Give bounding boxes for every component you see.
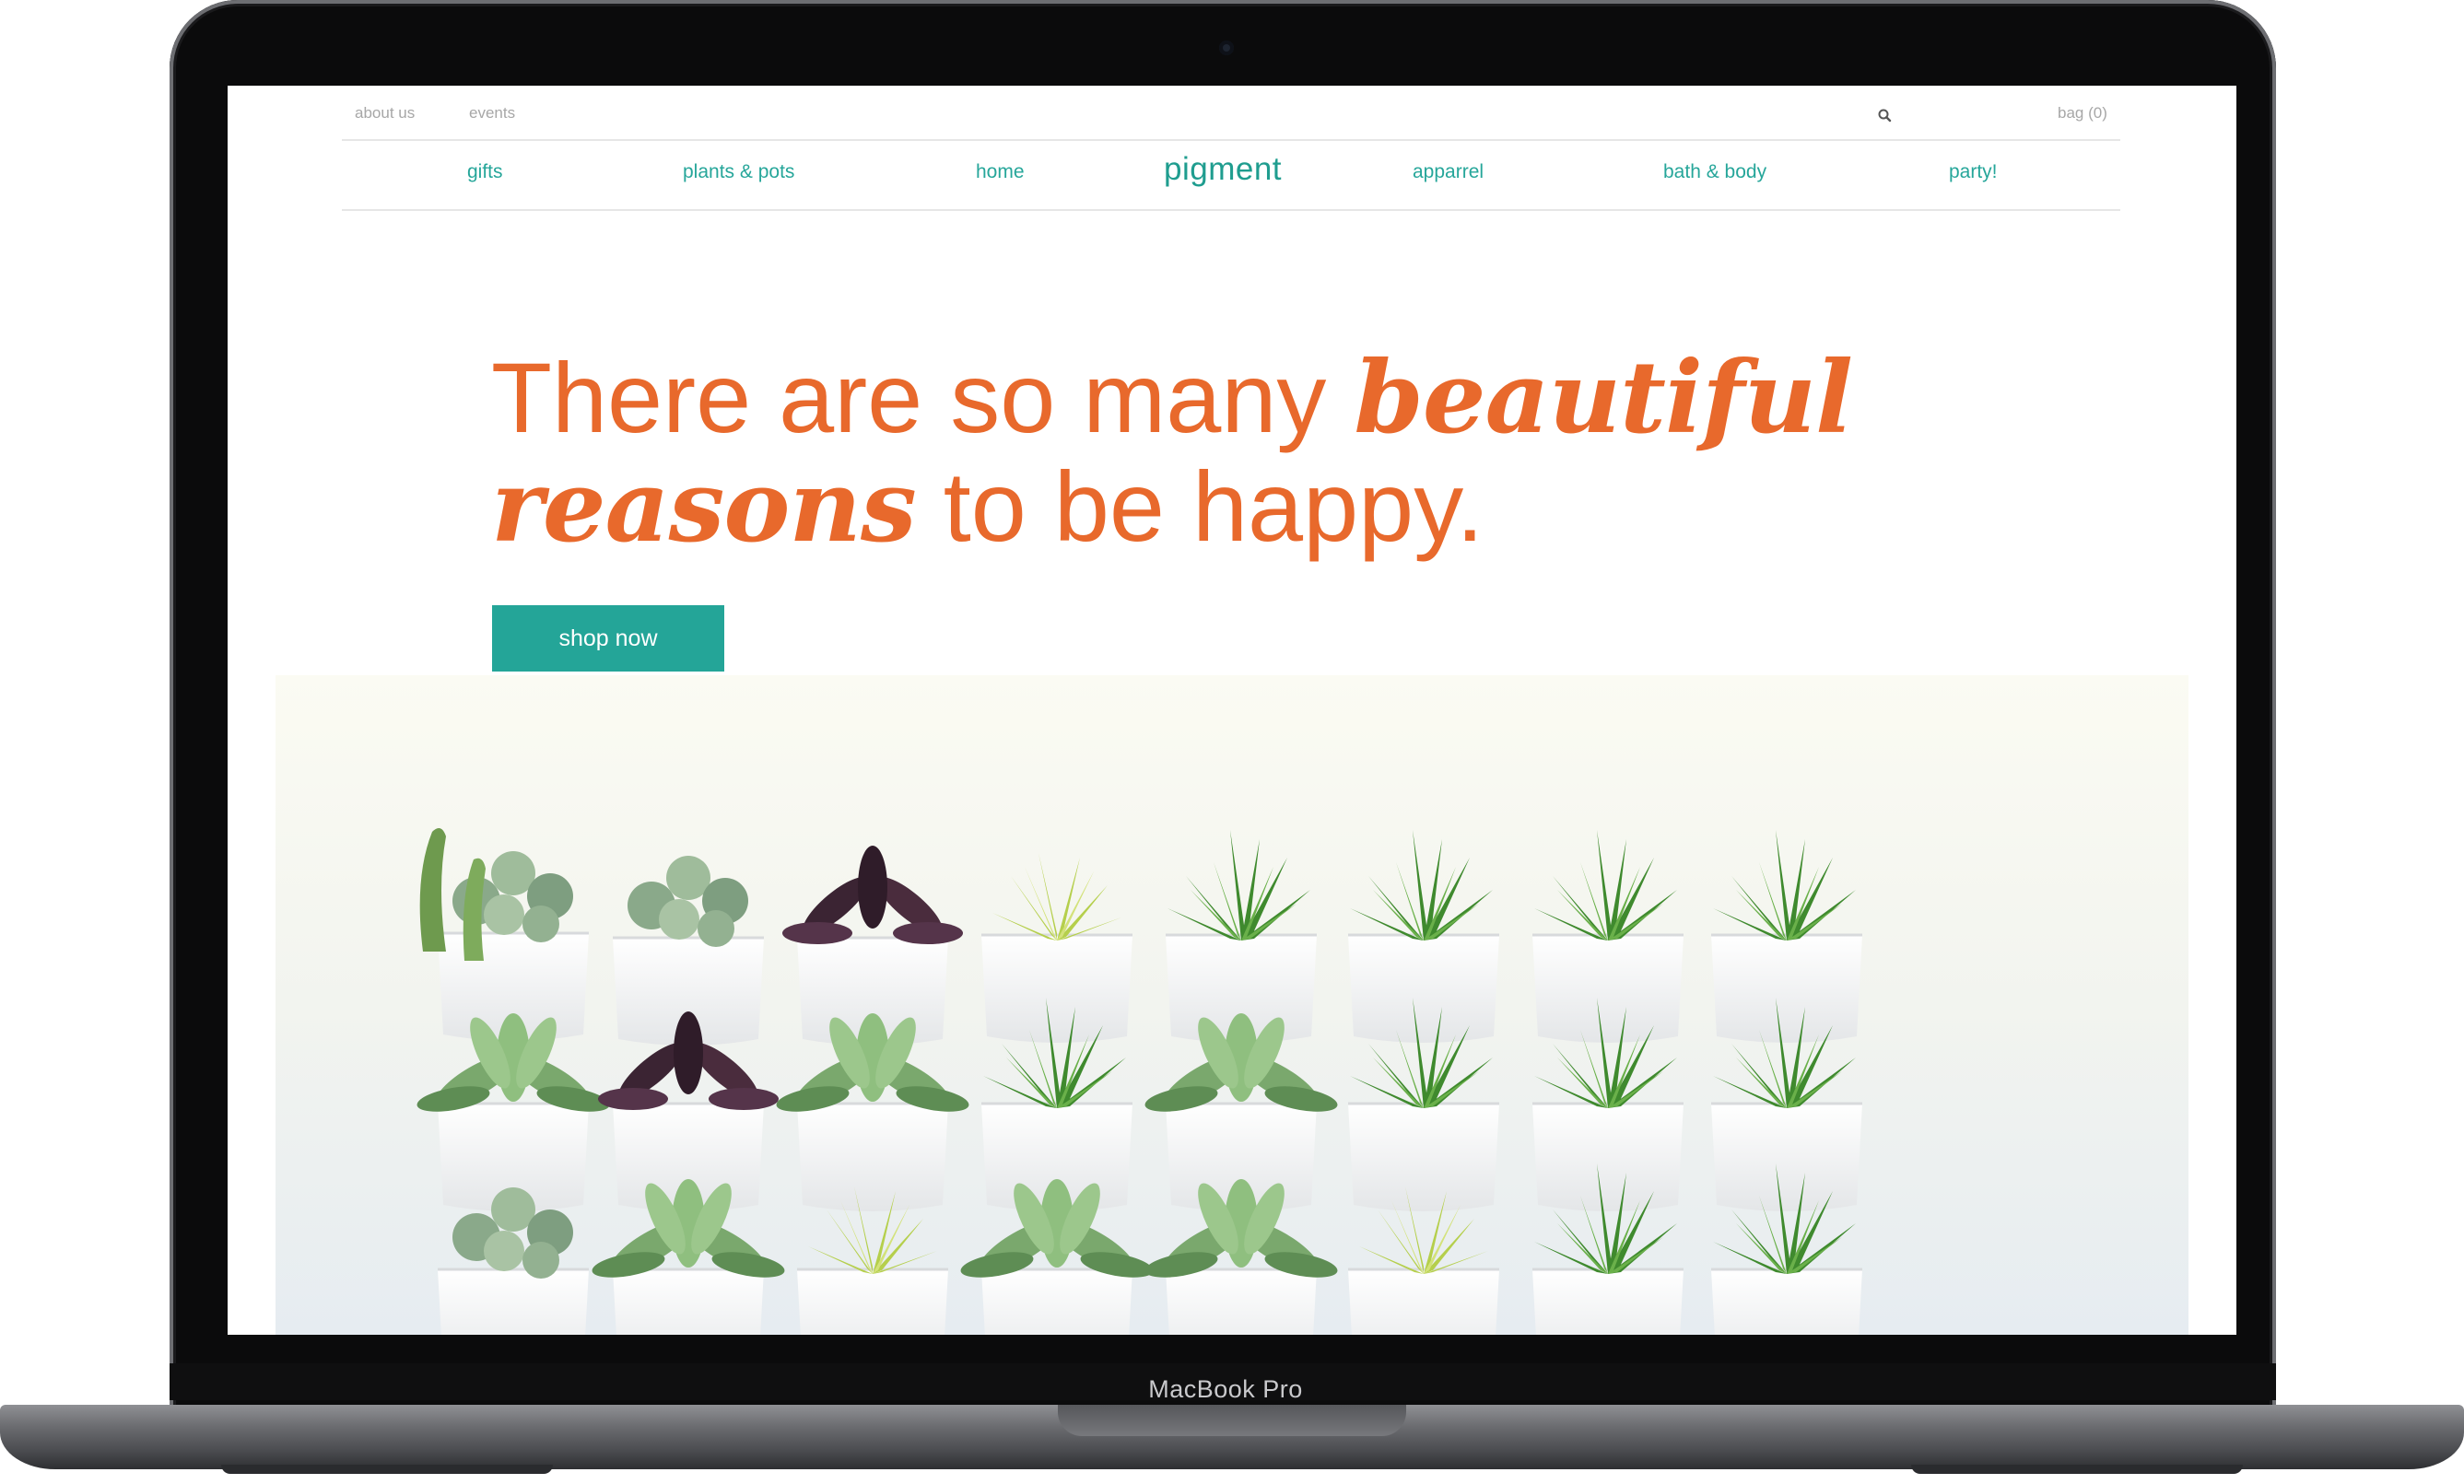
camera-icon (1219, 41, 1234, 55)
headline-emphasis-1: beautiful (1354, 340, 1853, 456)
hero-plant-wall-image (276, 675, 2188, 1335)
laptop-foot-left (221, 1465, 553, 1474)
headline-text-1: There are so many (491, 342, 1355, 453)
headline-text-2: to be happy. (915, 450, 1484, 562)
search-icon[interactable] (1877, 108, 1894, 124)
main-nav: gifts plants & pots home pigment apparre… (228, 141, 2236, 209)
nav-item-home[interactable]: home (976, 161, 1025, 183)
nav-item-gifts[interactable]: gifts (467, 161, 503, 183)
nav-divider-bottom (342, 209, 2120, 211)
hero-headline: There are so many beautiful reasons to be… (491, 342, 2058, 562)
nav-item-bath-body[interactable]: bath & body (1663, 161, 1766, 183)
bag-link[interactable]: bag (0) (2058, 104, 2107, 123)
headline-emphasis-2: reasons (491, 449, 917, 565)
nav-item-party[interactable]: party! (1949, 161, 1998, 183)
utility-bar: about us events bag (0) (228, 86, 2236, 139)
laptop-foot-right (1911, 1465, 2243, 1474)
nav-item-apparrel[interactable]: apparrel (1413, 161, 1484, 183)
about-us-link[interactable]: about us (355, 104, 415, 123)
browser-viewport: about us events bag (0) gifts plants & p… (228, 86, 2236, 1335)
site-logo[interactable]: pigment (1164, 151, 1282, 188)
nav-item-plants-pots[interactable]: plants & pots (683, 161, 794, 183)
events-link[interactable]: events (469, 104, 515, 123)
device-brand-label: MacBook Pro (1148, 1375, 1303, 1403)
shop-now-button[interactable]: shop now (492, 605, 724, 672)
laptop-opening-notch (1058, 1405, 1406, 1436)
